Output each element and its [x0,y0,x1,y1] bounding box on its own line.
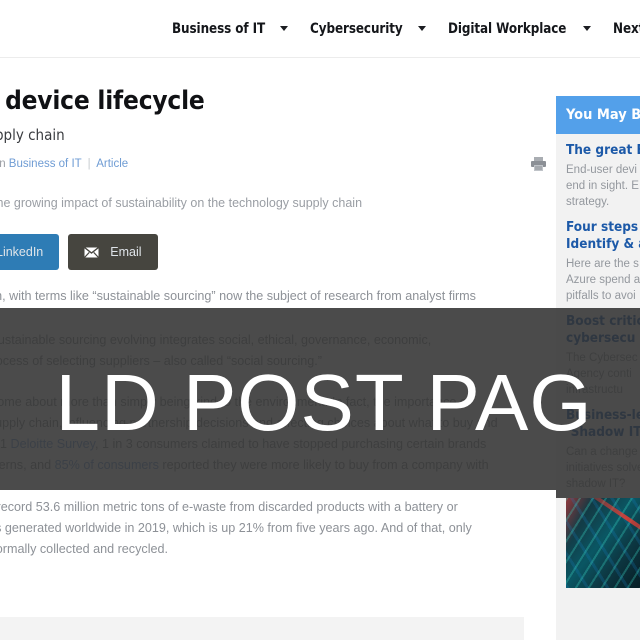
share-email-button[interactable]: Email [68,234,158,270]
sidebar-header: You May Be [556,96,640,134]
article-subtitle: he technology supply chain [0,126,65,144]
chevron-down-icon [583,26,592,31]
section-divider-band [0,617,524,640]
paragraph-text: reported they were more likely to buy fr… [158,458,489,472]
paragraph-line: phones) was generated worldwide in 2019,… [0,521,472,535]
article-paragraph: d once again, with terms like “sustainab… [0,286,630,307]
nav-item-next-generation[interactable]: Next-Generation [613,21,640,37]
sidebar-item-description: The Cybersec Agency conti infrastructu [566,352,638,396]
sidebar-item-title[interactable]: Boost criticacybersecu [566,313,640,347]
paragraph-line: related concerns, and 85% of consumers r… [0,455,630,476]
nav-item-label: Business of IT [172,20,266,37]
list-item[interactable]: Boost criticacybersecu The CybersecAgenc… [566,313,640,398]
paragraph-line: d once again, with terms like “sustainab… [0,289,476,303]
page-title: y into the device lifecycle [0,86,205,116]
paragraph-line: a March 2021 Deloitte Survey, 1 in 3 con… [0,434,630,455]
chevron-down-icon [417,26,426,31]
nav-item-cybersecurity[interactable]: Cybersecurity [310,21,426,37]
paragraph-text: related concerns, and [0,458,52,472]
paragraph-text: , a record 53.6 million metric tons of e… [0,500,458,514]
nav-item-label: Cybersecurity [310,20,403,37]
byline-prefix: In [0,158,6,170]
share-linkedin-button[interactable]: LinkedIn [0,234,60,270]
nav-item-label: Next-Generation [613,20,640,37]
print-icon[interactable] [530,156,547,172]
list-item[interactable]: Business-led‘Shadow IT’ Can a changeinit… [566,407,640,588]
nav-item-business-of-it[interactable]: Business of IT [172,20,289,37]
overlay-edge-clip [0,490,556,498]
sidebar-item-title[interactable]: The great EU [566,142,640,159]
paragraph-line: concept of sustainable sourcing evolving… [0,333,432,347]
chevron-down-icon [280,26,289,31]
sidebar-item-title[interactable]: Four steps toIdentify & ac [566,219,640,253]
page-root: Business of IT Cybersecurity Digital Wor… [0,0,640,640]
sidebar-item-description: End-user devi end in sight. Estrategy. [566,164,639,208]
sidebar-you-may-be-interested: You May Be The great EU End-user deviend… [556,96,640,640]
list-item[interactable]: Four steps toIdentify & ac Here are the … [566,219,640,304]
nav-item-label: Digital Workplace [447,20,567,37]
sidebar-item-title[interactable]: Business-led‘Shadow IT’ [566,407,640,441]
deloitte-survey-link[interactable]: Deloitte Survey [11,437,95,451]
paragraph-line: s into the process of selecting supplier… [0,354,322,368]
paragraph-line: nge in the supply chain, influencing par… [0,416,498,430]
share-email-label: Email [110,245,142,259]
byline-category-link[interactable]: Business of IT [9,158,82,170]
paragraph-line: ity have become about more than simply b… [0,395,471,409]
article-paragraph: itor 2020, a record 53.6 million metric … [0,497,630,560]
article-paragraph: ity have become about more than simply b… [0,392,630,476]
sidebar-item-thumbnail[interactable] [566,498,640,588]
sidebar-item-description: Can a change initiatives solve shadow IT? [566,446,640,490]
share-linkedin-label: LinkedIn [0,245,44,259]
paragraph-line: mented as formally collected and recycle… [0,542,168,556]
article-paragraph: concept of sustainable sourcing evolving… [0,330,630,372]
article-main-column: y into the device lifecycle he technolog… [0,58,546,640]
envelope-icon [84,246,100,258]
sidebar-item-description: Here are the s Azure spend a pitfalls to a… [566,258,640,302]
breadcrumb: In Business of IT | Article [0,158,128,170]
list-item[interactable]: The great EU End-user deviend in sight. … [566,142,640,210]
nav-item-digital-workplace[interactable]: Digital Workplace [448,21,592,37]
paragraph-text: , 1 in 3 consumers claimed to have stopp… [94,437,487,451]
share-buttons: LinkedIn Email [0,234,167,270]
paragraph-text: a March 2021 [0,437,8,451]
sidebar-article-list: The great EU End-user deviend in sight. … [556,134,640,588]
consumers-stat-link[interactable]: 85% of consumers [55,458,159,472]
article-dek: e lifecycleThe growing impact of sustain… [0,196,363,210]
paragraph-line: itor 2020, a record 53.6 million metric … [0,497,630,518]
top-navigation-bar: Business of IT Cybersecurity Digital Wor… [0,0,640,58]
byline-separator: | [87,158,91,170]
byline-type-link[interactable]: Article [96,158,128,170]
